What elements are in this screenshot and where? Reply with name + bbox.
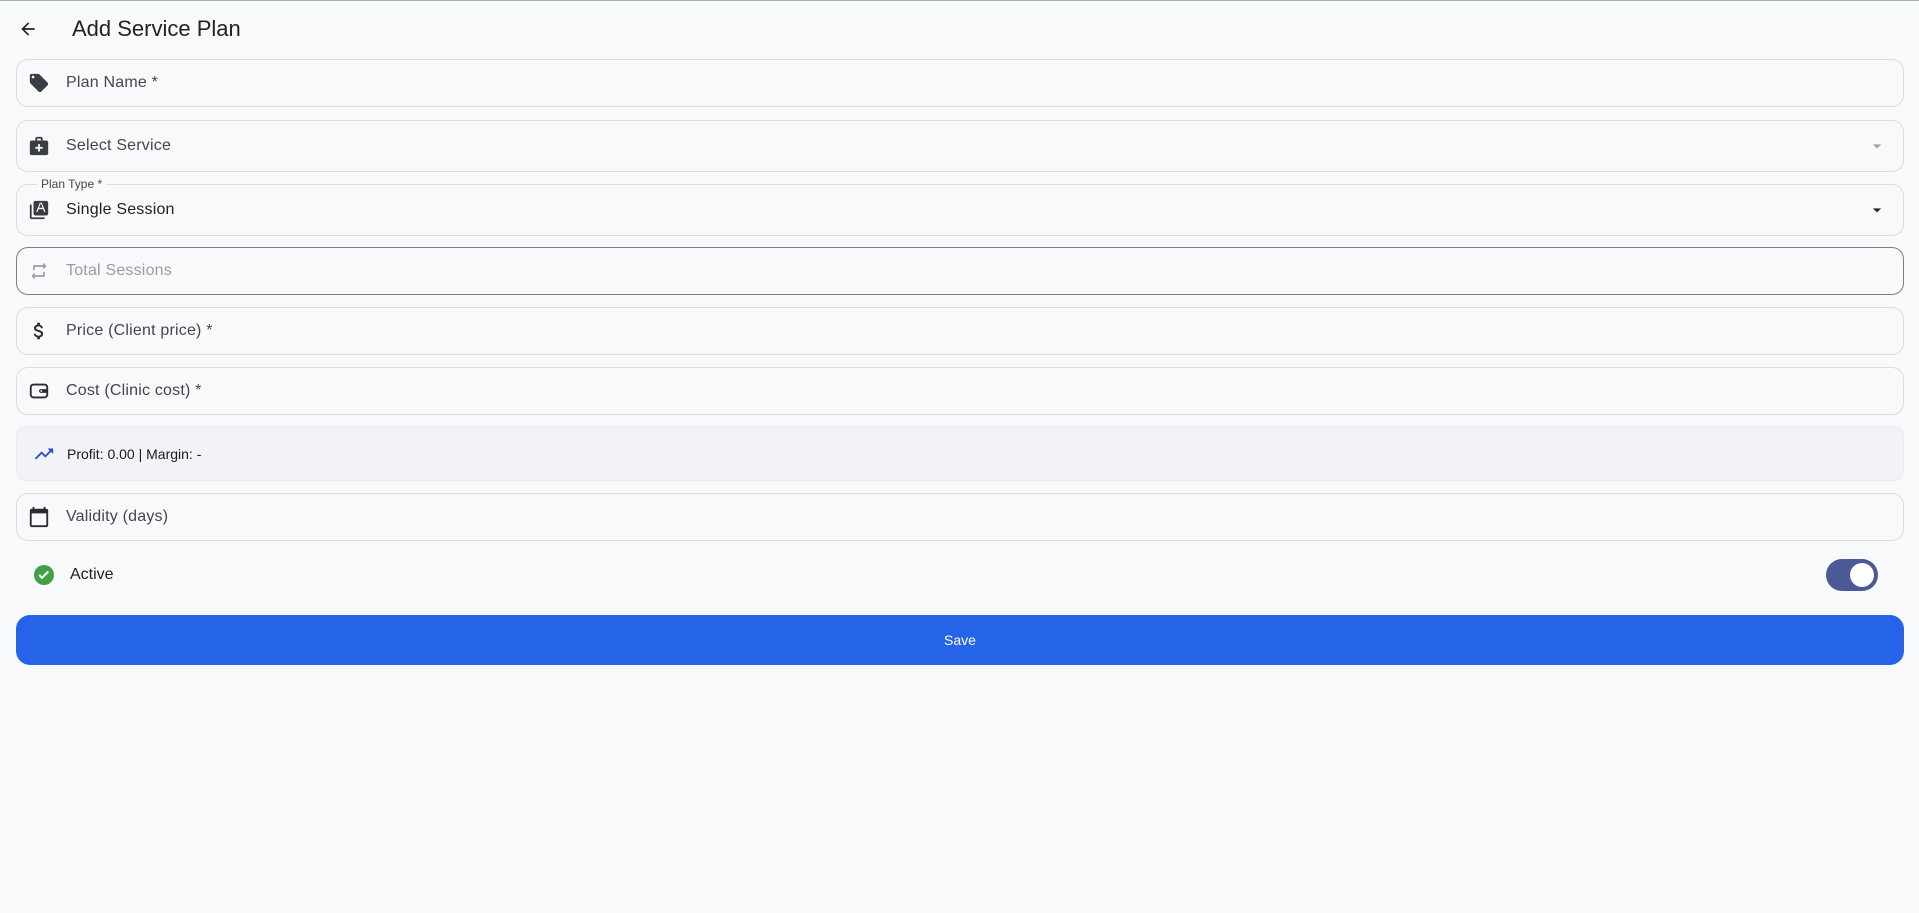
chevron-down-icon[interactable] — [1867, 200, 1887, 220]
trending-up-icon — [33, 443, 55, 465]
tag-icon — [27, 71, 51, 95]
cost-field[interactable]: Cost (Clinic cost) * — [16, 367, 1904, 415]
service-select-label: Select Service — [66, 137, 172, 154]
price-label: Price (Client price) * — [66, 322, 213, 339]
page-title: Add Service Plan — [72, 16, 241, 41]
save-button[interactable]: Save — [16, 615, 1904, 665]
cost-label: Cost (Clinic cost) * — [66, 382, 202, 399]
plan-type-select[interactable]: Plan Type * Single Session — [16, 177, 1904, 236]
service-plan-form: Plan Name * Select Service Plan Type * S… — [0, 59, 1919, 665]
wallet-icon — [27, 379, 51, 403]
profit-text: Profit: 0.00 | Margin: - — [67, 445, 202, 462]
calendar-icon — [27, 505, 51, 529]
plan-name-label: Plan Name * — [66, 74, 159, 91]
library-icon — [27, 198, 51, 222]
plan-name-field[interactable]: Plan Name * — [16, 59, 1904, 107]
chevron-down-icon[interactable] — [1867, 136, 1887, 156]
switch-knob — [1850, 563, 1874, 587]
validity-label: Validity (days) — [66, 508, 169, 525]
price-field[interactable]: Price (Client price) * — [16, 307, 1904, 355]
medical-bag-icon — [27, 134, 51, 158]
active-label: Active — [70, 566, 114, 583]
dollar-icon — [27, 319, 51, 343]
service-select[interactable]: Select Service — [16, 120, 1904, 172]
total-sessions-field[interactable]: Total Sessions — [16, 247, 1904, 295]
profit-summary: Profit: 0.00 | Margin: - — [16, 426, 1904, 481]
arrow-back-icon[interactable] — [16, 17, 40, 41]
plan-type-label: Plan Type * — [37, 177, 107, 191]
active-toggle-row[interactable]: Active — [16, 547, 1904, 603]
validity-field[interactable]: Validity (days) — [16, 493, 1904, 541]
repeat-icon — [27, 259, 51, 283]
plan-type-value: Single Session — [66, 201, 175, 218]
total-sessions-label: Total Sessions — [66, 262, 172, 279]
app-bar: Add Service Plan — [0, 1, 1919, 57]
check-circle-icon — [32, 563, 56, 587]
active-switch[interactable] — [1826, 559, 1878, 591]
